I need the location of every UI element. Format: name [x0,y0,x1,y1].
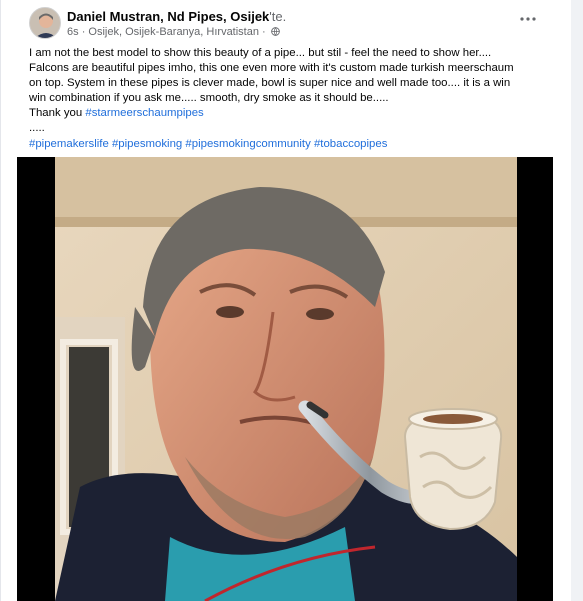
post-text-line-3: on top. System in these pipes is clever … [29,77,511,89]
thanks-text: Thank you [29,107,86,119]
hashtag-pipemakerslife[interactable]: #pipemakerslife [29,138,109,150]
post-text: I am not the best model to show this bea… [29,46,559,136]
post-time[interactable]: 6s [67,26,79,38]
more-options-button[interactable] [517,9,539,27]
post-photo-frame[interactable] [17,157,553,601]
author-suffix: 'te. [269,9,287,24]
meta-separator: · [81,26,86,38]
author-avatar[interactable] [29,7,61,39]
hashtag-pipesmokingcommunity[interactable]: #pipesmokingcommunity [185,138,310,150]
post-text-line-4: win combination if you ask me..... smoot… [29,92,389,104]
post-header: Daniel Mustran, Nd Pipes, Osijek'te. 6s … [29,6,557,40]
more-horizontal-icon [520,17,536,21]
post-card: Daniel Mustran, Nd Pipes, Osijek'te. 6s … [0,0,572,601]
post-photo[interactable] [55,157,517,601]
globe-icon[interactable] [270,27,280,36]
hashtag-pipesmoking[interactable]: #pipesmoking [112,138,182,150]
scrollbar[interactable] [571,0,583,601]
meta-separator-2: · [262,26,266,38]
hashtag-list: #pipemakerslife #pipesmoking #pipesmokin… [29,137,387,152]
post-location[interactable]: Osijek, Osijek-Baranya, Hırvatistan [88,26,259,38]
hashtag-tobaccopipes[interactable]: #tobaccopipes [314,138,387,150]
author-name[interactable]: Daniel Mustran, Nd Pipes, Osijek'te. [67,9,286,24]
post-meta: 6s · Osijek, Osijek-Baranya, Hırvatistan… [67,26,280,38]
author-name-text[interactable]: Daniel Mustran, Nd Pipes, Osijek [67,9,269,24]
post-text-line-2: Falcons are beautiful pipes imho, this o… [29,62,514,74]
hashtag-starmeerschaumpipes[interactable]: #starmeerschaumpipes [85,107,203,119]
post-ellipsis: ..... [29,122,45,134]
post-thanks-line: Thank you #starmeerschaumpipes [29,106,559,121]
post-text-line-1: I am not the best model to show this bea… [29,47,492,59]
